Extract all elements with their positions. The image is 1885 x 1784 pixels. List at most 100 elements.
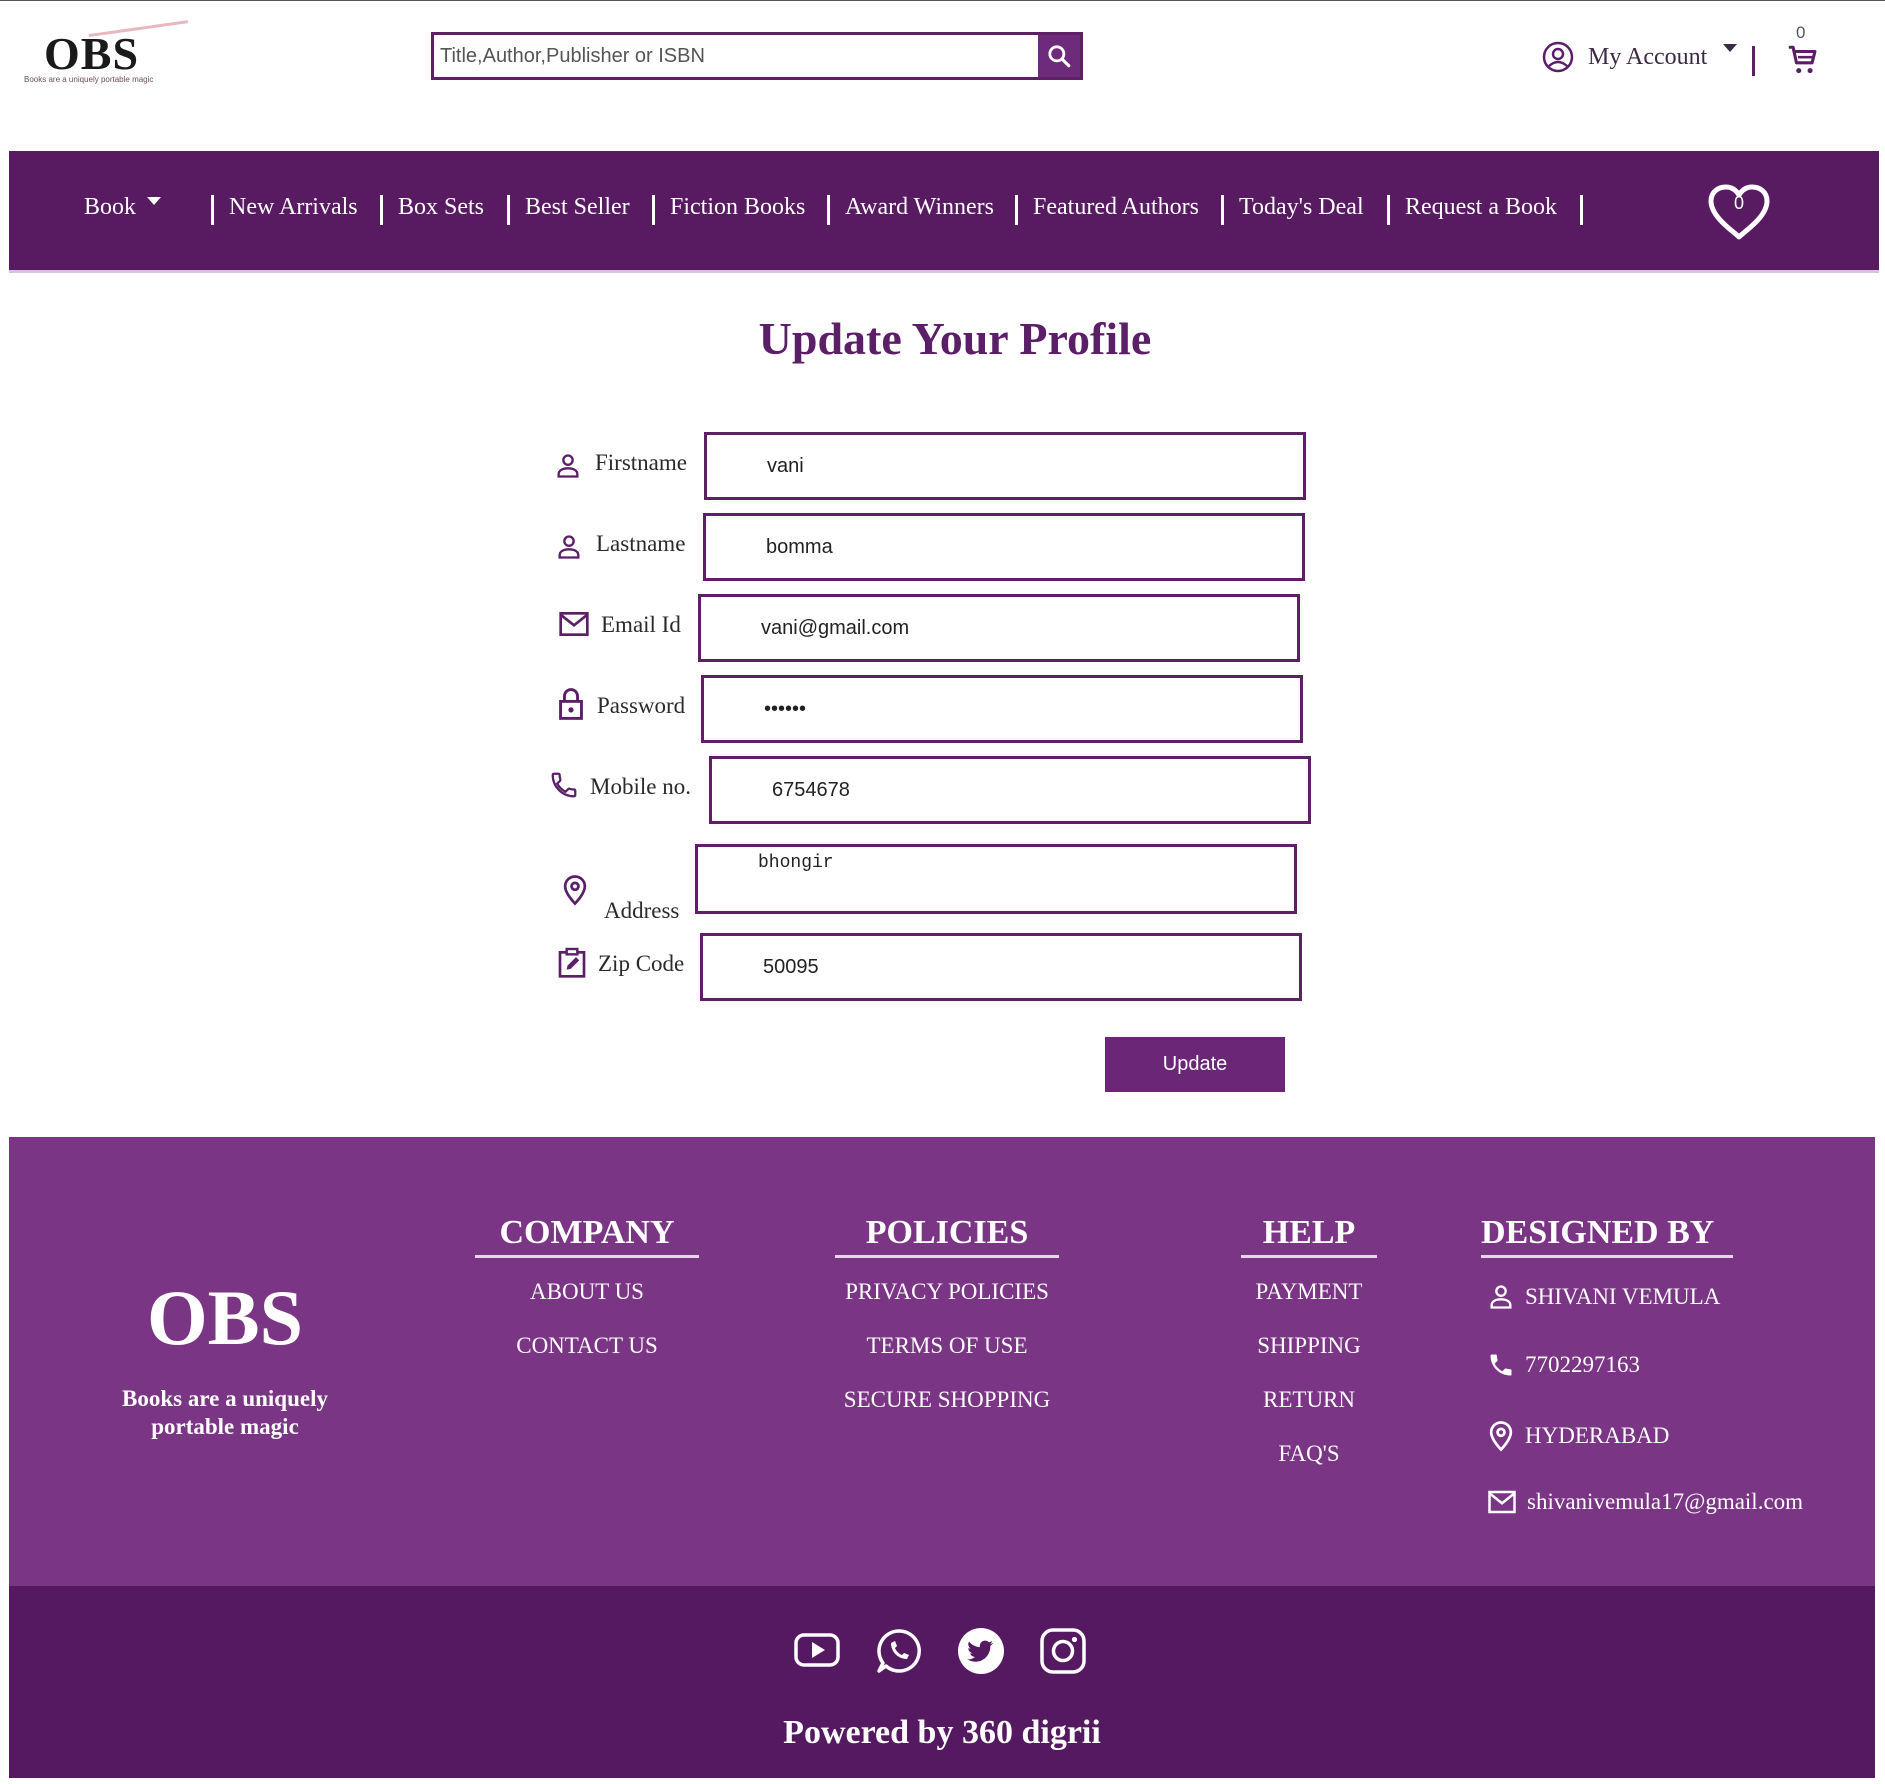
lastname-input[interactable] (703, 513, 1305, 581)
nav-item-featured-authors[interactable]: Featured Authors (1033, 194, 1199, 221)
designer-name-row: SHIVANI VEMULA (1487, 1283, 1720, 1311)
nav-separator (652, 195, 655, 225)
designer-email-row: shivanivemula17@gmail.com (1487, 1489, 1803, 1515)
nav-separator (380, 195, 383, 225)
wishlist-button[interactable]: 0 (1703, 181, 1775, 245)
designer-city: HYDERABAD (1525, 1423, 1670, 1448)
person-icon (1490, 1285, 1512, 1309)
youtube-link[interactable] (792, 1626, 842, 1676)
twitter-icon (958, 1628, 1004, 1674)
footer-heading-designed-by: DESIGNED BY (1481, 1214, 1733, 1258)
footer-bottom-bar: Powered by 360 digrii (9, 1586, 1875, 1778)
footer-link-faqs[interactable]: FAQ'S (1229, 1441, 1389, 1467)
phone-icon (1490, 1354, 1512, 1376)
designer-name: SHIVANI VEMULA (1525, 1284, 1721, 1309)
my-account-menu[interactable]: My Account (1542, 41, 1738, 73)
designer-email[interactable]: shivanivemula17@gmail.com (1527, 1489, 1803, 1515)
footer-link-secure-shopping[interactable]: SECURE SHOPPING (817, 1387, 1077, 1413)
instagram-link[interactable] (1038, 1626, 1088, 1676)
account-circle-icon (1542, 41, 1574, 73)
lock-icon (559, 688, 583, 720)
nav-separator (211, 195, 214, 225)
phone-icon (551, 772, 577, 798)
whatsapp-link[interactable] (874, 1626, 924, 1676)
footer-logo-tagline: Books are a uniquely portable magic (122, 1386, 328, 1439)
address-row: Address bhongir (550, 844, 1310, 923)
footer-link-about-us[interactable]: ABOUT US (475, 1279, 699, 1305)
shopping-cart-icon (1788, 45, 1817, 74)
mail-icon (559, 612, 589, 636)
footer-logo-name: OBS (146, 1274, 304, 1361)
nav-item-box-sets[interactable]: Box Sets (398, 194, 484, 221)
main-navigation: Book New Arrivals Box Sets Best Seller F… (9, 151, 1879, 273)
edit-clipboard-icon (558, 947, 586, 978)
designer-city-row: HYDERABAD (1487, 1420, 1669, 1452)
nav-separator (1387, 195, 1390, 225)
footer-logo[interactable]: OBS Books are a uniquely portable magic (115, 1279, 335, 1440)
nav-separator (1221, 195, 1224, 225)
firstname-label: Firstname (595, 450, 687, 475)
zip-input[interactable] (700, 933, 1302, 1001)
nav-separator (1580, 195, 1583, 225)
search-input[interactable] (434, 35, 1038, 77)
person-icon (558, 535, 580, 559)
whatsapp-icon (877, 1629, 921, 1673)
password-label: Password (597, 693, 686, 718)
password-input[interactable] (701, 675, 1303, 743)
nav-separator (507, 195, 510, 225)
nav-item-new-arrivals[interactable]: New Arrivals (229, 194, 358, 221)
nav-item-best-seller[interactable]: Best Seller (525, 194, 630, 221)
password-row: Password (550, 675, 1310, 745)
footer-link-contact-us[interactable]: CONTACT US (475, 1333, 699, 1359)
youtube-icon (794, 1633, 840, 1667)
nav-separator (1015, 195, 1018, 225)
address-label: Address (604, 898, 680, 923)
email-label: Email Id (601, 612, 681, 637)
powered-by-text: Powered by 360 digrii (783, 1714, 1101, 1751)
location-pin-icon (563, 875, 587, 906)
search-icon (1048, 45, 1071, 68)
designer-phone-row: 7702297163 (1487, 1351, 1640, 1379)
update-button[interactable]: Update (1105, 1037, 1285, 1092)
nav-item-request-a-book[interactable]: Request a Book (1405, 194, 1557, 221)
nav-item-fiction-books[interactable]: Fiction Books (670, 194, 805, 221)
chevron-down-icon (1723, 44, 1738, 52)
email-input[interactable] (698, 594, 1300, 662)
mail-icon (1488, 1490, 1516, 1514)
twitter-link[interactable] (956, 1626, 1006, 1676)
header-divider (1752, 46, 1755, 76)
footer-heading-company: COMPANY (475, 1214, 699, 1258)
site-header: OBS Books are a uniquely portable magic … (0, 0, 1885, 150)
search-button[interactable] (1038, 35, 1080, 77)
footer-heading-help: HELP (1241, 1214, 1377, 1258)
zip-row: Zip Code (550, 933, 1310, 1003)
location-pin-icon (1489, 1421, 1513, 1452)
address-textarea[interactable]: bhongir (695, 844, 1297, 914)
chevron-down-icon[interactable] (147, 197, 161, 205)
logo-text: OBS (44, 28, 140, 79)
footer-heading-policies: POLICIES (835, 1214, 1059, 1258)
footer-link-shipping[interactable]: SHIPPING (1229, 1333, 1389, 1359)
nav-item-todays-deal[interactable]: Today's Deal (1239, 194, 1364, 221)
footer-link-payment[interactable]: PAYMENT (1229, 1279, 1389, 1305)
footer-link-terms-of-use[interactable]: TERMS OF USE (817, 1333, 1077, 1359)
nav-separator (827, 195, 830, 225)
nav-item-book[interactable]: Book (84, 194, 136, 221)
cart-button[interactable] (1786, 43, 1820, 82)
nav-item-award-winners[interactable]: Award Winners (845, 194, 994, 221)
site-logo[interactable]: OBS Books are a uniquely portable magic (24, 20, 192, 87)
instagram-icon (1040, 1628, 1086, 1674)
wishlist-count: 0 (1733, 193, 1744, 213)
page-title: Update Your Profile (758, 313, 1152, 364)
lastname-label: Lastname (596, 531, 686, 556)
designer-phone[interactable]: 7702297163 (1525, 1352, 1640, 1378)
mobile-input[interactable] (709, 756, 1311, 824)
firstname-input[interactable] (704, 432, 1306, 500)
logo-tagline: Books are a uniquely portable magic (24, 75, 154, 84)
site-footer: OBS Books are a uniquely portable magic … (9, 1137, 1875, 1586)
lastname-row: Lastname (550, 513, 1310, 583)
zip-label: Zip Code (598, 951, 685, 976)
footer-link-return[interactable]: RETURN (1229, 1387, 1389, 1413)
search-bar (431, 32, 1083, 80)
footer-link-privacy-policies[interactable]: PRIVACY POLICIES (817, 1279, 1077, 1305)
